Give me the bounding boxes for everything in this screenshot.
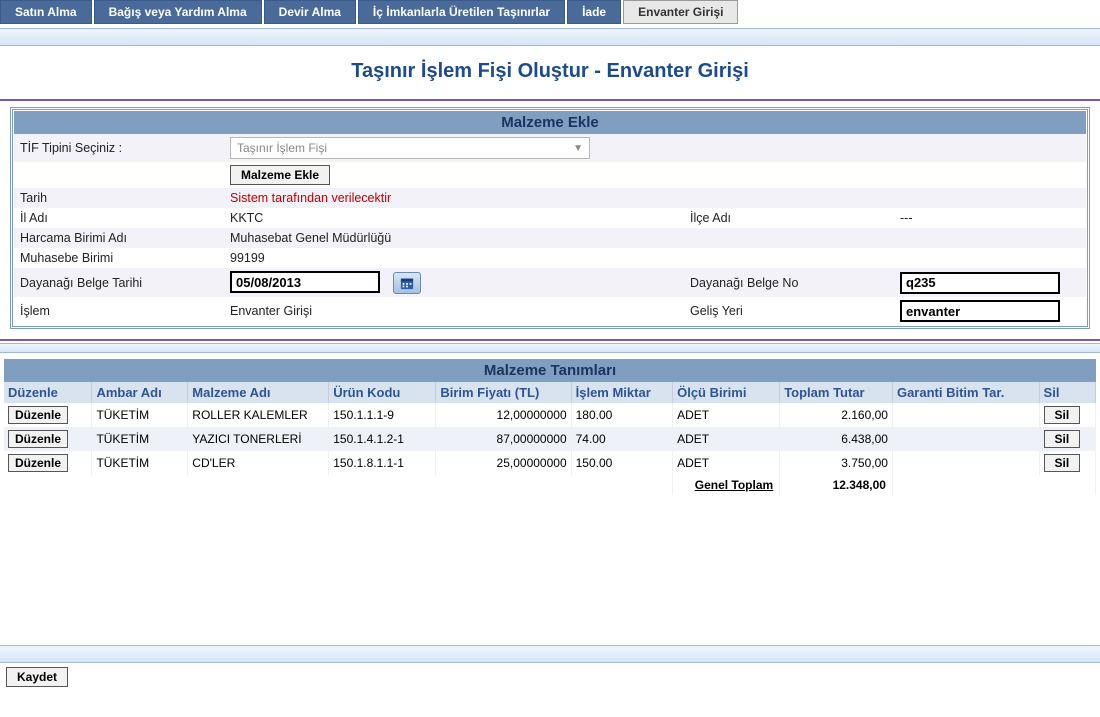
col-urun: Ürün Kodu [329,382,436,403]
malzeme-grid: Düzenle Ambar Adı Malzeme Adı Ürün Kodu … [4,382,1096,495]
cell-bf: 12,00000000 [436,403,571,427]
cell-ambar: TÜKETİM [92,427,188,451]
delete-button[interactable]: Sil [1044,454,1081,472]
divider-bar [0,343,1100,353]
tif-select-value: Taşınır İşlem Fişi [237,141,327,155]
divider-line [0,339,1100,341]
calendar-icon [400,276,414,290]
cell-urun: 150.1.8.1.1-1 [329,451,436,475]
tif-label: TİF Tipini Seçiniz : [14,134,224,162]
divider-bar [0,28,1100,46]
islem-value: Envanter Girişi [224,297,684,325]
cell-miktar: 180.00 [571,403,672,427]
table-row: Düzenle TÜKETİM ROLLER KALEMLER 150.1.1.… [4,403,1096,427]
tab-iade[interactable]: İade [567,0,621,24]
save-button[interactable]: Kaydet [6,667,68,687]
col-birim-fiyat: Birim Fiyatı (TL) [436,382,571,403]
cell-olcu: ADET [673,451,780,475]
cell-garanti [892,403,1039,427]
col-garanti: Garanti Bitim Tar. [892,382,1039,403]
belge-no-label: Dayanağı Belge No [684,268,894,297]
cell-toplam: 3.750,00 [780,451,893,475]
cell-bf: 87,00000000 [436,427,571,451]
tab-bar: Satın Alma Bağış veya Yardım Alma Devir … [0,0,1100,24]
gelis-input[interactable] [900,300,1060,322]
belge-tarih-label: Dayanağı Belge Tarihi [14,268,224,297]
total-row: Genel Toplam 12.348,00 [4,475,1096,495]
cell-miktar: 150.00 [571,451,672,475]
edit-button[interactable]: Düzenle [8,430,68,448]
total-label: Genel Toplam [695,478,773,492]
col-sil: Sil [1039,382,1095,403]
cell-urun: 150.1.1.1-9 [329,403,436,427]
col-olcu: Ölçü Birimi [673,382,780,403]
delete-button[interactable]: Sil [1044,430,1081,448]
panel-header: Malzeme Ekle [14,111,1086,134]
harcama-value: Muhasebat Genel Müdürlüğü [224,228,1086,248]
cell-urun: 150.1.4.1.2-1 [329,427,436,451]
islem-label: İşlem [14,297,224,325]
belge-no-input[interactable] [900,272,1060,294]
il-label: İl Adı [14,208,224,228]
edit-button[interactable]: Düzenle [8,454,68,472]
edit-button[interactable]: Düzenle [8,406,68,424]
harcama-label: Harcama Birimi Adı [14,228,224,248]
col-toplam: Toplam Tutar [780,382,893,403]
cell-malzeme: YAZICI TONERLERİ [188,427,329,451]
col-malzeme: Malzeme Adı [188,382,329,403]
cell-bf: 25,00000000 [436,451,571,475]
cell-olcu: ADET [673,427,780,451]
belge-tarih-input[interactable] [230,271,380,293]
grid-header: Malzeme Tanımları [4,359,1096,382]
cell-ambar: TÜKETİM [92,451,188,475]
cell-toplam: 2.160,00 [780,403,893,427]
cell-ambar: TÜKETİM [92,403,188,427]
cell-garanti [892,427,1039,451]
cell-malzeme: ROLLER KALEMLER [188,403,329,427]
col-duzenle: Düzenle [4,382,92,403]
cell-garanti [892,451,1039,475]
delete-button[interactable]: Sil [1044,406,1081,424]
ilce-label: İlçe Adı [684,208,894,228]
table-row: Düzenle TÜKETİM YAZICI TONERLERİ 150.1.4… [4,427,1096,451]
divider-line [0,99,1100,101]
cell-miktar: 74.00 [571,427,672,451]
tarih-value: Sistem tarafından verilecektir [224,188,1086,208]
muhasebe-value: 99199 [224,248,1086,268]
tab-ic-imkan[interactable]: İç İmkanlarla Üretilen Taşınırlar [358,0,565,24]
cell-olcu: ADET [673,403,780,427]
col-ambar: Ambar Adı [92,382,188,403]
cell-toplam: 6.438,00 [780,427,893,451]
chevron-down-icon: ▼ [573,143,583,154]
tab-envanter[interactable]: Envanter Girişi [623,0,738,24]
tif-select[interactable]: Taşınır İşlem Fişi ▼ [230,137,590,159]
tab-satin-alma[interactable]: Satın Alma [0,0,92,24]
cell-malzeme: CD'LER [188,451,329,475]
ilce-value: --- [894,208,1086,228]
tab-bagis[interactable]: Bağış veya Yardım Alma [94,0,262,24]
gelis-label: Geliş Yeri [684,297,894,325]
malzeme-ekle-panel: Malzeme Ekle TİF Tipini Seçiniz : Taşını… [10,107,1090,329]
tarih-label: Tarih [14,188,224,208]
total-value: 12.348,00 [780,475,893,495]
malzeme-ekle-button[interactable]: Malzeme Ekle [230,165,330,185]
calendar-button[interactable] [393,272,421,294]
divider-bar [0,645,1100,663]
muhasebe-label: Muhasebe Birimi [14,248,224,268]
il-value: KKTC [224,208,684,228]
col-miktar: İşlem Miktar [571,382,672,403]
page-title: Taşınır İşlem Fişi Oluştur - Envanter Gi… [0,46,1100,97]
table-row: Düzenle TÜKETİM CD'LER 150.1.8.1.1-1 25,… [4,451,1096,475]
tab-devir[interactable]: Devir Alma [264,0,356,24]
